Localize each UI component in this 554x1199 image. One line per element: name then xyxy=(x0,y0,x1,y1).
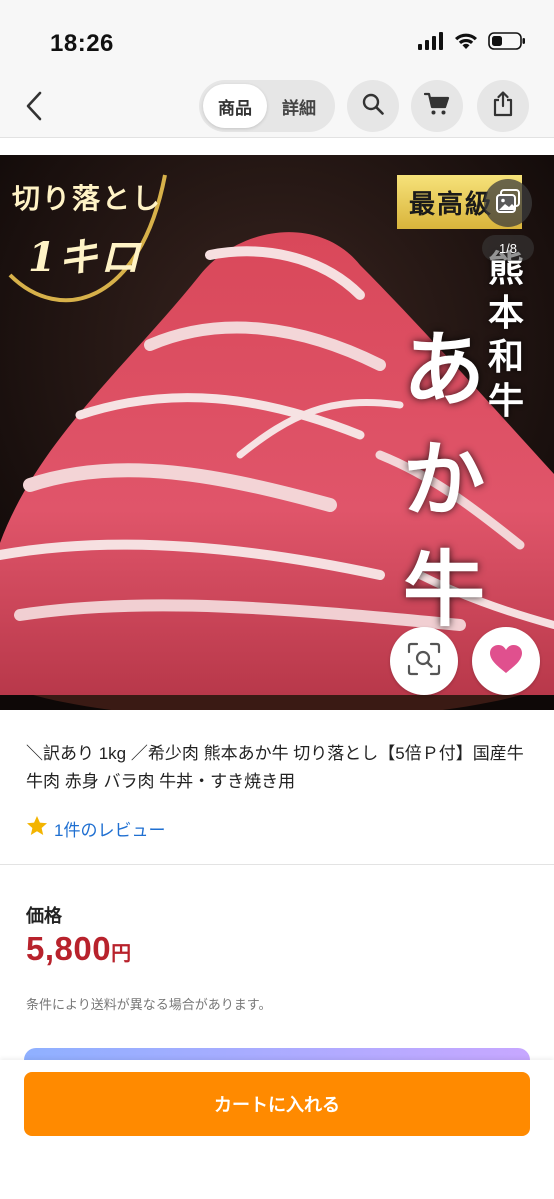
status-bar: 18:26 xyxy=(0,0,554,80)
wifi-icon xyxy=(454,32,478,55)
image-text-weight: 1キロ xyxy=(28,234,142,281)
price-label: 価格 xyxy=(26,906,62,926)
image-text-cut: 切り落とし xyxy=(12,182,163,215)
bottom-action-bar: カートに入れる xyxy=(0,1060,554,1199)
nav-bar: 商品 詳細 xyxy=(0,80,554,138)
chevron-left-icon xyxy=(24,91,44,126)
product-image[interactable]: 切り落とし 1キロ 最高級 熊本和牛 あか牛 1/8 xyxy=(0,155,554,710)
segment-control: 商品 詳細 xyxy=(199,80,335,132)
search-icon xyxy=(361,92,385,121)
heart-icon xyxy=(489,644,523,679)
cart-nav-button[interactable] xyxy=(411,80,463,132)
image-text-breed: あか牛 xyxy=(402,322,485,638)
image-page-indicator: 1/8 xyxy=(482,235,534,261)
battery-icon xyxy=(488,32,526,55)
star-icon xyxy=(26,815,48,842)
back-button[interactable] xyxy=(14,86,54,130)
signal-icon xyxy=(418,32,444,55)
shipping-note: 条件により送料が異なる場合があります。 xyxy=(26,997,272,1012)
tab-product[interactable]: 商品 xyxy=(203,84,267,128)
review-link[interactable]: 1件のレビュー xyxy=(26,815,165,842)
status-icons xyxy=(418,32,526,55)
share-icon xyxy=(492,90,514,122)
search-button[interactable] xyxy=(347,80,399,132)
review-count[interactable]: 1件のレビュー xyxy=(54,816,165,841)
image-search-icon xyxy=(407,642,441,681)
tab-details[interactable]: 詳細 xyxy=(267,84,331,128)
gallery-button[interactable] xyxy=(484,179,532,227)
image-search-button[interactable] xyxy=(390,627,458,695)
share-button[interactable] xyxy=(477,80,529,132)
section-divider xyxy=(0,864,554,865)
add-to-cart-button[interactable]: カートに入れる xyxy=(24,1072,530,1136)
price-unit: 円 xyxy=(111,943,132,965)
product-title: ＼訳あり 1kg ／希少肉 熊本あか牛 切り落とし【5倍Ｐ付】国産牛 牛肉 赤身… xyxy=(26,744,524,791)
price-amount: 5,800 xyxy=(26,930,112,967)
price-value: 5,800円 xyxy=(26,930,132,968)
cart-icon xyxy=(423,92,450,121)
image-gallery-icon xyxy=(495,188,521,219)
status-time: 18:26 xyxy=(50,30,114,57)
favorite-button[interactable] xyxy=(472,627,540,695)
